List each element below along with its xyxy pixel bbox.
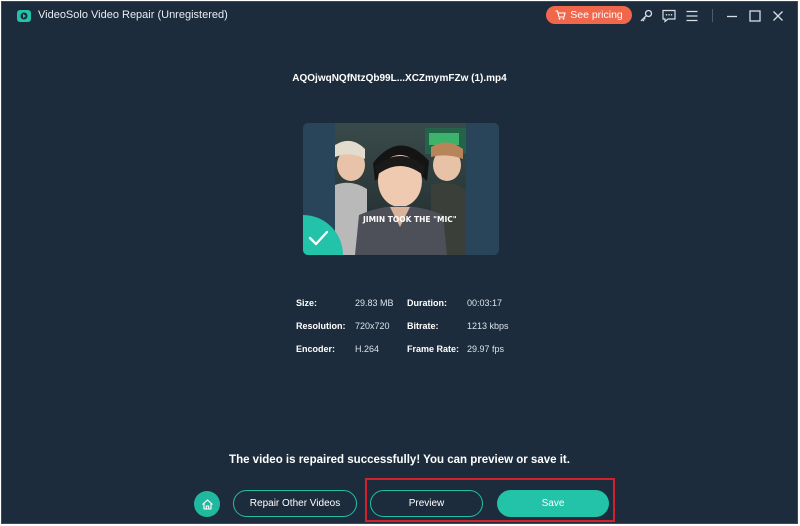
thumbnail-caption: JIMIN TOOK THE "MIC" [362, 215, 457, 224]
repair-success-message: The video is repaired successfully! You … [229, 454, 570, 466]
titlebar-separator [712, 9, 713, 22]
duration-label: Duration: [407, 298, 447, 308]
video-thumbnail-card: JIMIN TOOK THE "MIC" [303, 123, 499, 255]
cart-icon [555, 10, 566, 20]
resolution-value: 720x720 [355, 321, 390, 331]
window-title: VideoSolo Video Repair (Unregistered) [38, 9, 228, 21]
save-button[interactable]: Save [497, 490, 609, 517]
maximize-icon[interactable] [747, 8, 763, 24]
app-window: VideoSolo Video Repair (Unregistered) Se… [1, 1, 798, 524]
bitrate-label: Bitrate: [407, 321, 439, 331]
minimize-icon[interactable] [724, 8, 740, 24]
preview-button[interactable]: Preview [370, 490, 483, 517]
framerate-value: 29.97 fps [467, 344, 505, 354]
size-label: Size: [296, 298, 318, 308]
title-bar: VideoSolo Video Repair (Unregistered) Se… [2, 2, 797, 29]
home-icon [201, 498, 213, 510]
home-button[interactable] [194, 491, 220, 517]
app-logo-icon [17, 10, 31, 22]
video-file-name: AQOjwqNQfNtzQb99L...XCZmymFZw (1).mp4 [292, 73, 507, 84]
resolution-label: Resolution: [296, 321, 346, 331]
duration-value: 00:03:17 [467, 298, 503, 308]
see-pricing-button[interactable]: See pricing [546, 6, 632, 24]
close-icon[interactable] [770, 8, 786, 24]
bitrate-value: 1213 kbps [467, 321, 509, 331]
encoder-label: Encoder: [296, 344, 336, 354]
menu-icon[interactable] [684, 8, 700, 24]
key-icon[interactable] [638, 8, 654, 24]
encoder-value: H.264 [355, 344, 380, 354]
video-thumbnail: JIMIN TOOK THE "MIC" [335, 123, 466, 255]
repair-other-videos-button[interactable]: Repair Other Videos [233, 490, 357, 517]
see-pricing-label: See pricing [570, 9, 623, 21]
video-info: Size: 29.83 MB Duration: 00:03:17 Resolu… [296, 298, 536, 358]
framerate-label: Frame Rate: [407, 344, 460, 354]
feedback-icon[interactable] [661, 8, 677, 24]
size-value: 29.83 MB [355, 298, 394, 308]
